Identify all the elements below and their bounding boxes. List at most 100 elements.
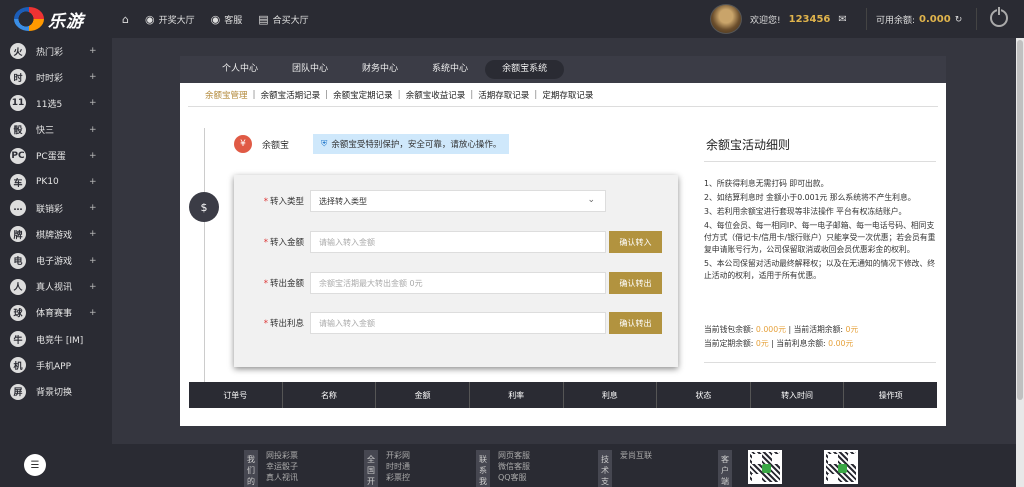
input-placeholder: 请输入转入金额	[319, 318, 375, 328]
sidebar-item[interactable]: 球体育赛事 +	[0, 300, 112, 326]
footer-link[interactable]: QQ客服	[498, 472, 530, 483]
expand-plus-icon[interactable]: +	[89, 98, 97, 108]
rule-item: 2、如结算利息时 金额小于0.001元 那么系统将不产生利息。	[704, 193, 916, 202]
expand-plus-icon[interactable]: +	[89, 308, 97, 318]
footer-link[interactable]: 幸运骰子	[266, 461, 298, 472]
sidebar-item[interactable]: 火热门彩 +	[0, 38, 112, 64]
tab-3[interactable]: 财务中心	[345, 60, 415, 79]
fixed-value: 0元	[755, 339, 769, 348]
form-label-text: 转入类型	[269, 197, 304, 207]
footer-link[interactable]: 彩票控	[386, 472, 410, 483]
footer-group: 全国开 开彩网 时时通 彩票控	[364, 450, 410, 487]
sidebar-item-label: 手机APP	[36, 361, 72, 372]
logo[interactable]: 乐游	[0, 0, 112, 38]
rule-item: 3、若利用余额宝进行套现等非法操作 平台有权冻结账户。	[704, 207, 907, 216]
expand-plus-icon[interactable]: +	[89, 125, 97, 135]
subtab-5[interactable]: 活期存取记录	[473, 89, 534, 101]
subtab-6[interactable]: 定期存取记录	[537, 89, 598, 101]
sidebar-item[interactable]: 牛电竞牛 [IM]	[0, 326, 112, 352]
lottery-hall-link[interactable]: ◉ 开奖大厅	[145, 13, 195, 26]
sidebar-item[interactable]: PC PC蛋蛋 +	[0, 143, 112, 169]
expand-plus-icon[interactable]: +	[89, 282, 97, 292]
transfer-form: * 转入类型 选择转入类型 ⌄ * 转入金额 请输入转入金额 确认转入 * 转出金额 余额宝活期最大…	[234, 175, 678, 367]
expand-plus-icon[interactable]: +	[89, 256, 97, 266]
sidebar-item[interactable]: 车 PK10 +	[0, 169, 112, 195]
subtab-4[interactable]: 余额宝收益记录	[401, 89, 471, 101]
sidebar-item-icon: 电	[10, 252, 26, 269]
footer-link[interactable]: 真人视讯	[266, 472, 298, 483]
expand-plus-icon[interactable]: +	[89, 72, 97, 82]
mail-icon[interactable]: ✉	[838, 14, 846, 25]
confirm-button[interactable]: 确认转出	[609, 312, 662, 334]
footer-link[interactable]: 开彩网	[386, 450, 410, 461]
footer-group-label: 全国开	[364, 450, 378, 487]
sidebar-item-icon: 牌	[10, 226, 26, 243]
interest-value: 0.00元	[828, 339, 854, 348]
confirm-button[interactable]: 确认转出	[609, 272, 662, 294]
footer-link[interactable]: 网投彩票	[266, 450, 298, 461]
divider	[704, 362, 936, 363]
sidebar-item-label: 快三	[36, 126, 55, 137]
brand-name: 乐游	[48, 11, 84, 32]
rule-item: 5、本公司保留对活动最终解释权；以及在无通知的情况下修改、终止活动的权利，适用于…	[704, 259, 936, 280]
column-header: 状态	[657, 382, 751, 408]
expand-plus-icon[interactable]: +	[89, 229, 97, 239]
sidebar-item-label: 热门彩	[36, 47, 64, 58]
top-bar: 乐游 ⌂ ◉ 开奖大厅 ◉ 客服 ▤ 合买大厅 欢迎您! 123456 ✉ 可用…	[0, 0, 1024, 38]
lottery-hall-label: 开奖大厅	[158, 15, 195, 26]
amount-input[interactable]: 余额宝活期最大转出金额 0元	[310, 272, 606, 294]
form-row: * 转出金额 余额宝活期最大转出金额 0元 确认转出	[234, 272, 662, 294]
user-box: 欢迎您! 123456 ✉	[710, 4, 847, 34]
footer-link[interactable]: 网页客服	[498, 450, 530, 461]
footer-link[interactable]: 时时通	[386, 461, 410, 472]
service-link[interactable]: ◉ 客服	[211, 13, 243, 26]
buy-hall-link[interactable]: ▤ 合买大厅	[258, 13, 308, 26]
sidebar-item[interactable]: 牌棋牌游戏 +	[0, 221, 112, 247]
required-mark: *	[263, 238, 268, 248]
expand-plus-icon[interactable]: +	[89, 177, 97, 187]
tab-2[interactable]: 团队中心	[275, 60, 345, 79]
tab-5[interactable]: 余额宝系统	[485, 60, 565, 79]
sidebar-item[interactable]: 电电子游戏 +	[0, 248, 112, 274]
amount-input[interactable]: 请输入转入金额	[310, 231, 606, 253]
home-button[interactable]: ⌂	[122, 13, 129, 26]
expand-plus-icon[interactable]: +	[89, 203, 97, 213]
amount-input[interactable]: 请输入转入金额	[310, 312, 606, 334]
tab-1[interactable]: 个人中心	[205, 60, 275, 79]
footer-link[interactable]: 微信客服	[498, 461, 530, 472]
avatar[interactable]	[710, 4, 742, 34]
sidebar-item[interactable]: 屏背景切换	[0, 378, 112, 404]
required-mark: *	[263, 197, 268, 207]
menu-toggle-icon[interactable]: ☰	[24, 454, 46, 476]
subtab-3[interactable]: 余额宝定期记录	[328, 89, 398, 101]
expand-plus-icon[interactable]: +	[89, 46, 97, 56]
scrollbar[interactable]	[1016, 38, 1024, 487]
footer-group-label: 联系我	[476, 450, 490, 487]
sidebar-item[interactable]: … 联销彩 +	[0, 195, 112, 221]
form-label-text: 转入金额	[269, 238, 304, 248]
sidebar-item[interactable]: 机手机APP	[0, 352, 112, 378]
footer-link[interactable]: 爱尚互联	[620, 450, 652, 461]
power-icon[interactable]	[990, 7, 1008, 27]
scrollbar-thumb[interactable]	[1017, 40, 1023, 400]
form-label: * 转出金额	[234, 277, 310, 289]
refresh-icon[interactable]: ↻	[955, 15, 963, 25]
footer-group: 客户端	[718, 450, 732, 487]
main-panel: 个人中心 团队中心 财务中心 系统中心 余额宝系统 余额宝管理 | 余额宝活期记录 | 余额宝定…	[180, 56, 946, 426]
sidebar-item-icon: 球	[10, 304, 26, 321]
subtab-1[interactable]: 余额宝管理	[200, 89, 253, 101]
confirm-button[interactable]: 确认转入	[609, 231, 662, 253]
transfer-type-select[interactable]: 选择转入类型 ⌄	[310, 190, 606, 212]
expand-plus-icon[interactable]: +	[89, 151, 97, 161]
subtab-2[interactable]: 余额宝活期记录	[256, 89, 326, 101]
yeb-name: 余额宝	[262, 140, 290, 151]
sidebar-item-icon: 车	[10, 174, 26, 191]
form-label: * 转入类型	[234, 195, 310, 207]
sidebar-item-label: 体育赛事	[36, 309, 73, 320]
balance-stats: 当前钱包余额: 0.000元 | 当前活期余额: 0元 当前定期余额: 0元 |…	[704, 323, 938, 351]
sidebar-item[interactable]: 时时时彩 +	[0, 64, 112, 90]
sidebar-item[interactable]: 11 11选5 +	[0, 90, 112, 116]
sidebar-item[interactable]: 人真人视讯 +	[0, 274, 112, 300]
tab-4[interactable]: 系统中心	[415, 60, 485, 79]
sidebar-item[interactable]: 骰快三 +	[0, 117, 112, 143]
